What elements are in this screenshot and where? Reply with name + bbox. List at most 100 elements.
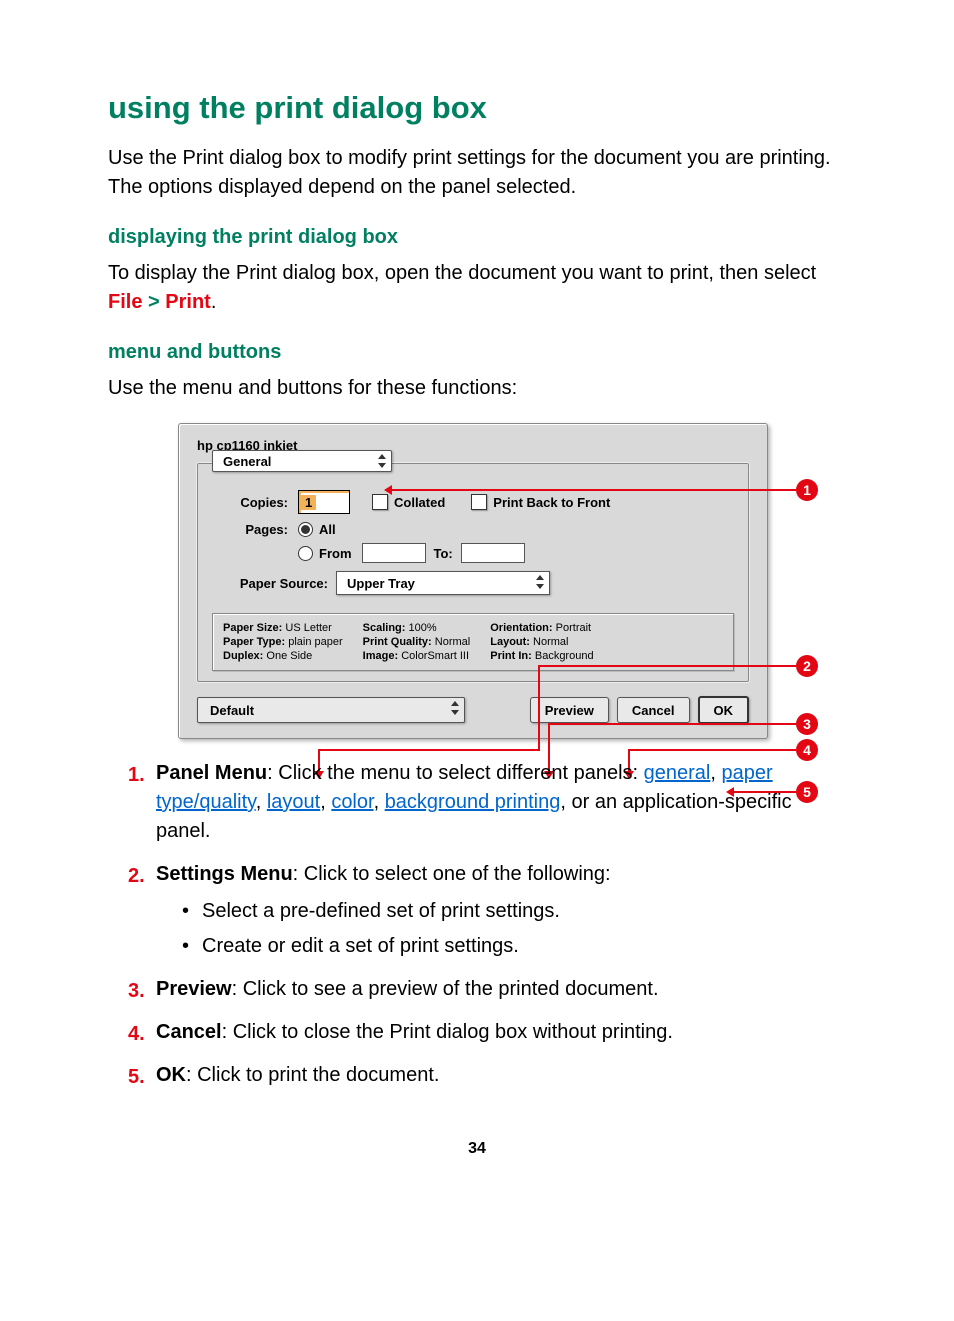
link-general[interactable]: general <box>644 762 711 784</box>
pages-to-label: To: <box>434 546 453 561</box>
pages-from-label: From <box>319 546 352 561</box>
chevron-updown-icon <box>376 453 388 469</box>
text: To display the Print dialog box, open th… <box>108 262 816 284</box>
text: : Click to select one of the following: <box>293 863 611 885</box>
item-title: Preview <box>156 978 232 1000</box>
page-number: 34 <box>108 1140 846 1158</box>
val: Background <box>535 650 594 662</box>
ok-button[interactable]: OK <box>698 696 750 724</box>
bullet: Create or edit a set of print settings. <box>182 932 846 961</box>
pages-label: Pages: <box>212 522 288 537</box>
collated-checkbox[interactable] <box>372 494 388 510</box>
ok-label: OK <box>714 703 734 718</box>
settings-summary-box: Paper Size: US Letter Paper Type: plain … <box>212 613 734 671</box>
item-title: Settings Menu <box>156 863 293 885</box>
print-dialog: hp cp1160 inkjet General Copies: 1 Colla… <box>178 423 768 739</box>
lbl: Layout: <box>490 636 530 648</box>
list-item: Preview: Click to see a preview of the p… <box>128 975 846 1004</box>
lbl: Duplex: <box>223 650 263 662</box>
bullet: Select a pre-defined set of print settin… <box>182 897 846 926</box>
copies-input[interactable]: 1 <box>298 490 350 514</box>
val: US Letter <box>285 622 331 634</box>
subheading-menu-buttons: menu and buttons <box>108 341 846 364</box>
val: 100% <box>409 622 437 634</box>
lbl: Paper Type: <box>223 636 285 648</box>
default-label: Default <box>210 703 254 718</box>
pages-all-label: All <box>319 522 336 537</box>
lbl: Paper Size: <box>223 622 282 634</box>
chevron-updown-icon <box>534 574 546 590</box>
text: : Click to print the document. <box>186 1064 439 1086</box>
text: , <box>320 791 331 813</box>
link-color[interactable]: color <box>331 791 373 813</box>
panel-menu-select[interactable]: General <box>212 450 392 472</box>
lbl: Image: <box>363 650 398 662</box>
paper-source-label: Paper Source: <box>212 576 328 591</box>
callout-4: 4 <box>796 739 818 761</box>
pages-from-input[interactable] <box>362 543 426 563</box>
page-title: using the print dialog box <box>108 90 846 126</box>
list-item: Panel Menu: Click the menu to select dif… <box>128 759 846 846</box>
dialog-fieldset: General Copies: 1 Collated Print Back to… <box>197 463 749 682</box>
callout-leader <box>538 665 796 667</box>
pages-all-radio[interactable] <box>298 522 313 537</box>
pages-from-radio[interactable] <box>298 546 313 561</box>
arrow-icon <box>384 485 392 495</box>
val: Normal <box>533 636 568 648</box>
intro-text: Use the Print dialog box to modify print… <box>108 144 846 202</box>
callout-leader <box>318 749 540 751</box>
callout-3: 3 <box>796 713 818 735</box>
text: , <box>374 791 385 813</box>
callout-leader <box>538 665 540 749</box>
item-title: Panel Menu <box>156 762 267 784</box>
copies-label: Copies: <box>212 495 288 510</box>
callout-2: 2 <box>796 655 818 677</box>
val: ColorSmart III <box>401 650 469 662</box>
text: : Click to see a preview of the printed … <box>232 978 659 1000</box>
link-layout[interactable]: layout <box>267 791 320 813</box>
callout-leader <box>628 749 796 751</box>
text: : Click to close the Print dialog box wi… <box>222 1021 673 1043</box>
settings-menu-select[interactable]: Default <box>197 697 465 723</box>
gt-separator: > <box>148 291 160 313</box>
list-item: OK: Click to print the document. <box>128 1061 846 1090</box>
val: One Side <box>266 650 312 662</box>
list-item: Cancel: Click to close the Print dialog … <box>128 1018 846 1047</box>
lbl: Print In: <box>490 650 532 662</box>
val: plain paper <box>288 636 342 648</box>
menu-buttons-text: Use the menu and buttons for these funct… <box>108 374 846 403</box>
chevron-updown-icon <box>449 700 461 716</box>
preview-label: Preview <box>545 703 594 718</box>
cancel-label: Cancel <box>632 703 675 718</box>
item-title: OK <box>156 1064 186 1086</box>
text: , <box>710 762 721 784</box>
print-back-label: Print Back to Front <box>493 495 610 510</box>
lbl: Orientation: <box>490 622 552 634</box>
lbl: Print Quality: <box>363 636 432 648</box>
print-back-checkbox[interactable] <box>471 494 487 510</box>
callout-leader <box>548 723 796 725</box>
subheading-display: displaying the print dialog box <box>108 226 846 249</box>
paper-source-select[interactable]: Upper Tray <box>336 571 550 595</box>
text: : Click the menu to select different pan… <box>267 762 644 784</box>
link-background-printing[interactable]: background printing <box>385 791 561 813</box>
file-menu-label: File <box>108 291 142 313</box>
text: . <box>211 291 217 313</box>
copies-value: 1 <box>301 495 316 510</box>
val: Normal <box>435 636 470 648</box>
val: Portrait <box>556 622 591 634</box>
callout-1: 1 <box>796 479 818 501</box>
display-instruction: To display the Print dialog box, open th… <box>108 259 846 317</box>
lbl: Scaling: <box>363 622 406 634</box>
print-menu-label: Print <box>165 291 211 313</box>
preview-button[interactable]: Preview <box>530 697 609 723</box>
callout-descriptions: Panel Menu: Click the menu to select dif… <box>108 759 846 1090</box>
collated-label: Collated <box>394 495 445 510</box>
panel-menu-value: General <box>223 454 271 469</box>
dialog-figure: hp cp1160 inkjet General Copies: 1 Colla… <box>178 423 918 739</box>
list-item: Settings Menu: Click to select one of th… <box>128 860 846 961</box>
cancel-button[interactable]: Cancel <box>617 697 690 723</box>
paper-source-value: Upper Tray <box>347 576 415 591</box>
item-title: Cancel <box>156 1021 222 1043</box>
pages-to-input[interactable] <box>461 543 525 563</box>
